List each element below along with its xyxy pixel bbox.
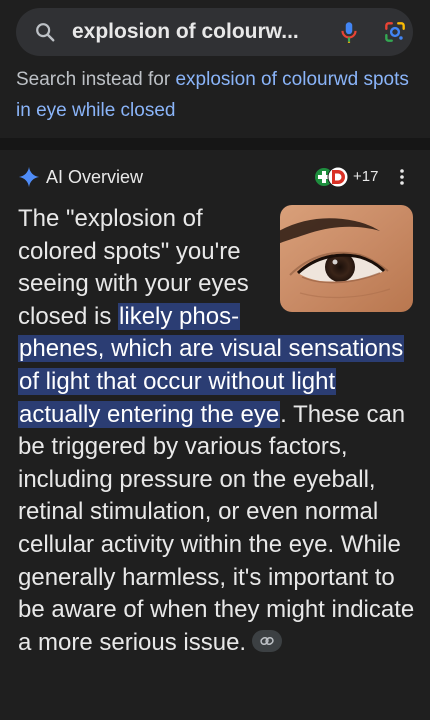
search-icon [36,23,55,42]
search-query-text[interactable]: explosion of colourw... [72,20,322,44]
section-divider [0,138,430,150]
search-instead-prefix: Search instead for [16,69,176,90]
ai-overview-text: The "explosion of colored spots" you're … [18,203,418,659]
link-icon [260,637,274,646]
search-bar[interactable]: explosion of colourw... [16,8,413,56]
microphone-icon[interactable] [336,19,362,45]
overview-text-after: . These can be triggered by various fact… [18,400,415,656]
source-favicons-icon[interactable] [314,165,350,189]
sources-count[interactable]: +17 [353,168,378,185]
google-lens-icon[interactable] [382,19,408,45]
search-instead-notice: Search instead for explosion of colourwd… [16,64,416,126]
thumbnail-spacer [276,203,418,315]
ai-sparkle-icon [18,166,40,188]
more-vertical-icon[interactable] [396,166,408,188]
search-results-page: explosion of colourw... Search instead f… [0,0,430,720]
ai-overview-label: AI Overview [46,167,144,187]
ai-overview-header: AI Overview +17 [18,164,418,192]
source-link-button[interactable] [252,630,283,653]
